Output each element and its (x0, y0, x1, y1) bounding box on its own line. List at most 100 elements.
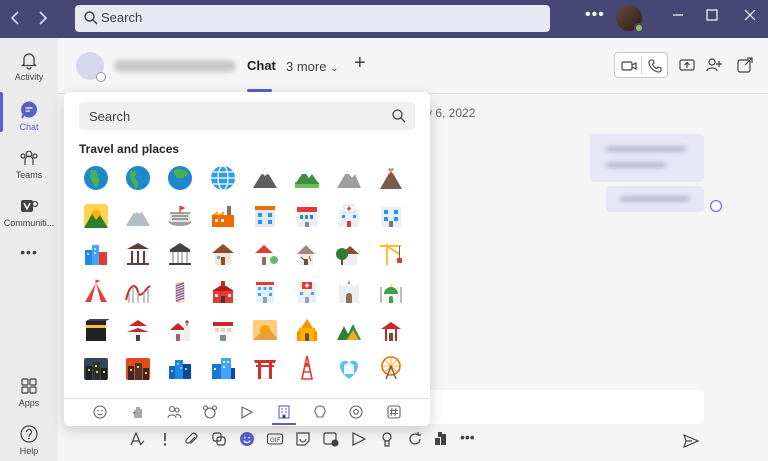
emoji-snowcapped-mountain[interactable] (251, 164, 279, 192)
emoji-cityscape-dusk[interactable] (124, 354, 152, 382)
pop-out-icon[interactable] (736, 56, 754, 74)
rail-item-more[interactable]: ••• (0, 244, 58, 292)
maximize-button[interactable] (702, 8, 722, 28)
emoji-mountain-grey[interactable] (335, 164, 363, 192)
emoji-hindu-temple[interactable] (293, 316, 321, 344)
travel-icon[interactable] (272, 404, 296, 425)
food-icon[interactable] (239, 404, 255, 420)
emoji-japanese-post-office[interactable] (293, 202, 321, 230)
more-options-button[interactable]: ••• (585, 6, 605, 24)
add-people-icon[interactable] (705, 56, 723, 74)
emoji-torii-gate[interactable] (251, 354, 279, 382)
emoji-department-store[interactable] (209, 316, 237, 344)
sticker-icon[interactable] (294, 430, 312, 448)
rail-item-apps[interactable]: Apps (0, 370, 58, 418)
rail-item-activity[interactable]: Activity (0, 44, 58, 92)
emoji-classical-temple[interactable] (166, 240, 194, 268)
loop-icon[interactable] (210, 430, 228, 448)
emoji-church[interactable] (166, 316, 194, 344)
emoji-city-blue[interactable] (166, 354, 194, 382)
message-bubble[interactable] (606, 186, 704, 212)
updates-icon[interactable] (406, 430, 424, 448)
video-call-icon[interactable] (620, 57, 638, 75)
forward-icon[interactable] (32, 8, 52, 28)
smile-icon[interactable] (92, 404, 108, 420)
emoji-cityscape[interactable] (82, 240, 110, 268)
tab-chat[interactable]: Chat (247, 58, 276, 73)
emoji-wedding-heart[interactable] (335, 354, 363, 382)
emoji-globe-asia[interactable] (166, 164, 194, 192)
emoji-house-with-garden[interactable] (251, 240, 279, 268)
emoji-camping[interactable] (335, 316, 363, 344)
emoji-mount-fuji[interactable] (124, 202, 152, 230)
rail-item-help[interactable]: Help (0, 418, 58, 461)
rail-item-teams[interactable]: Teams (0, 142, 58, 190)
emoji-sunrise-desert[interactable] (251, 316, 279, 344)
contact-avatar[interactable] (76, 52, 106, 82)
emoji-hotel[interactable] (251, 278, 279, 306)
emoji-construction-crane[interactable] (377, 240, 405, 268)
emoji-volcano[interactable] (377, 164, 405, 192)
emoji-factory[interactable] (209, 202, 237, 230)
emoji-kaaba[interactable] (82, 316, 110, 344)
emoji-castle[interactable] (335, 278, 363, 306)
audio-call-icon[interactable] (646, 57, 664, 75)
emoji-stadium[interactable] (166, 202, 194, 230)
emoji-mosque[interactable] (377, 278, 405, 306)
global-search-input[interactable]: Search (75, 5, 550, 32)
emoji-night-city[interactable] (82, 354, 110, 382)
emoji-shinto-shrine[interactable] (377, 316, 405, 344)
emoji-japanese-castle[interactable] (124, 316, 152, 344)
close-button[interactable] (740, 8, 760, 28)
emoji-icon[interactable] (238, 430, 256, 448)
emoji-school[interactable] (209, 278, 237, 306)
emoji-hospital[interactable] (335, 202, 363, 230)
emoji-sunrise-mountains[interactable] (82, 202, 110, 230)
animal-icon[interactable] (202, 404, 218, 420)
emoji-office-building[interactable] (251, 202, 279, 230)
objects-icon[interactable] (348, 404, 364, 420)
message-bubble[interactable] (590, 134, 704, 182)
emoji-buildings-blue[interactable] (209, 354, 237, 382)
emoji-globe-africa[interactable] (82, 164, 110, 192)
emoji-house[interactable] (209, 240, 237, 268)
compose-input[interactable] (420, 390, 704, 424)
more-icon[interactable]: ••• (460, 429, 478, 447)
people-icon[interactable] (166, 404, 182, 420)
emoji-tokyo-tower[interactable] (293, 354, 321, 382)
emoji-roller-coaster[interactable] (124, 278, 152, 306)
send-icon[interactable] (682, 432, 700, 450)
emoji-barber-pole[interactable] (166, 278, 194, 306)
emoji-bank[interactable] (377, 202, 405, 230)
emoji-classical-building[interactable] (124, 240, 152, 268)
tab-more-dropdown[interactable]: 3 more ⌄ (286, 59, 338, 74)
emoji-category-title: Travel and places (79, 142, 180, 156)
emoji-mountain-green[interactable] (293, 164, 321, 192)
schedule-meeting-icon[interactable] (322, 430, 340, 448)
minimize-button[interactable] (668, 8, 688, 28)
stream-icon[interactable] (350, 430, 368, 448)
emoji-derelict-house[interactable] (293, 240, 321, 268)
back-icon[interactable] (6, 8, 26, 28)
share-screen-icon[interactable] (678, 56, 696, 74)
gif-icon[interactable]: GIF (266, 430, 284, 448)
emoji-ferris-wheel[interactable] (377, 354, 405, 382)
format-icon[interactable] (128, 430, 146, 448)
apps-icon[interactable] (432, 430, 450, 448)
attach-icon[interactable] (182, 430, 200, 448)
important-icon[interactable] (156, 430, 174, 448)
rail-item-communities[interactable]: Communiti... (0, 190, 58, 238)
user-avatar[interactable] (616, 5, 644, 33)
emoji-house-tree[interactable] (335, 240, 363, 268)
praise-icon[interactable] (378, 430, 396, 448)
emoji-search-input[interactable]: Search (79, 102, 415, 130)
emoji-globe-americas[interactable] (124, 164, 152, 192)
emoji-circus-tent[interactable] (82, 278, 110, 306)
add-tab-button[interactable]: + (354, 52, 366, 75)
emoji-globe-meridians[interactable] (209, 164, 237, 192)
hand-icon[interactable] (130, 404, 146, 420)
symbols-icon[interactable] (386, 404, 402, 420)
rail-item-chat[interactable]: Chat (0, 94, 58, 142)
emoji-hospital-red-cross[interactable] (293, 278, 321, 306)
activities-icon[interactable] (312, 404, 328, 420)
